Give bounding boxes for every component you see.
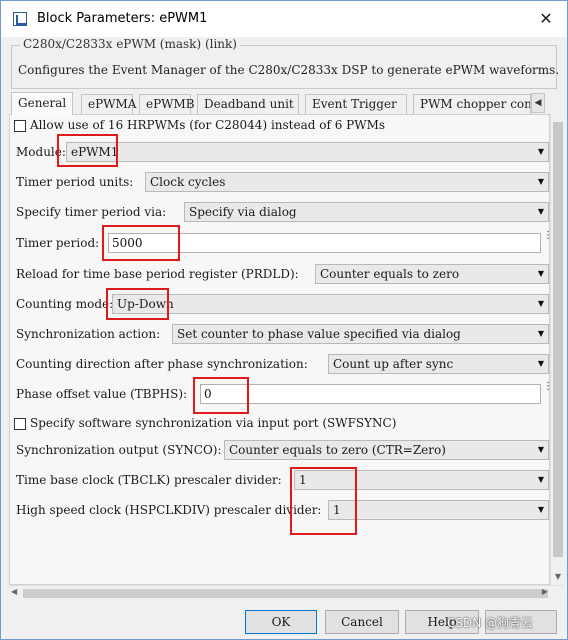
general-tab-panel: Allow use of 16 HRPWMs (for C28044) inst… [9, 114, 550, 585]
tab-pwm-chopper-control[interactable]: PWM chopper contr [413, 94, 531, 115]
chevron-down-icon: ▼ [537, 207, 545, 216]
ok-button[interactable]: OK [245, 610, 317, 634]
specify-timer-period-via-value: Specify via dialog [189, 205, 297, 219]
counting-mode-label: Counting mode: [16, 297, 114, 311]
tab-strip: General ePWMA ePWMB Deadband unit Event … [11, 92, 547, 115]
sync-action-label: Synchronization action: [16, 327, 161, 341]
annotation-box-module [57, 134, 118, 167]
specify-timer-period-via-label: Specify timer period via: [16, 205, 167, 219]
tbclk-prescaler-label: Time base clock (TBCLK) prescaler divide… [16, 473, 282, 487]
sync-output-select[interactable]: Counter equals to zero (CTR=Zero) ▼ [224, 440, 549, 460]
reload-prdld-select[interactable]: Counter equals to zero ▼ [315, 264, 549, 284]
scroll-right-icon[interactable]: ▶ [542, 587, 548, 596]
hspclkdiv-prescaler-label: High speed clock (HSPCLKDIV) prescaler d… [16, 503, 322, 517]
chevron-down-icon: ▼ [537, 475, 545, 484]
sync-action-select[interactable]: Set counter to phase value specified via… [172, 324, 549, 344]
timer-period-label: Timer period: [16, 236, 100, 250]
tab-epwmb[interactable]: ePWMB [139, 94, 195, 115]
counting-mode-select[interactable]: Up-Down ▼ [112, 294, 549, 314]
annotation-box-timer-period [102, 225, 180, 261]
hspclkdiv-prescaler-select[interactable]: 1 ▼ [328, 500, 549, 520]
phase-offset-label: Phase offset value (TBPHS): [16, 387, 188, 401]
chevron-down-icon: ▼ [537, 177, 545, 186]
horizontal-scrollbar-thumb[interactable] [23, 589, 548, 598]
mask-description-group: C280x/C2833x ePWM (mask) (link) Configur… [11, 37, 560, 89]
count-direction-select[interactable]: Count up after sync ▼ [328, 354, 549, 374]
mask-type-legend: C280x/C2833x ePWM (mask) (link) [20, 37, 240, 51]
software-sync-label: Specify software synchronization via inp… [30, 416, 397, 430]
csdn-watermark: CSDN @狗青云 [447, 616, 534, 630]
block-parameters-dialog: Block Parameters: ePWM1 ✕ C280x/C2833x e… [0, 0, 568, 640]
count-direction-label: Counting direction after phase synchroni… [16, 357, 308, 371]
timer-period-units-select[interactable]: Clock cycles ▼ [145, 172, 549, 192]
annotation-box-phase-offset [193, 377, 249, 414]
module-select[interactable]: ePWM1 ▼ [66, 142, 549, 162]
chevron-down-icon: ▼ [537, 299, 545, 308]
more-options-icon[interactable]: ⋮ [543, 231, 549, 253]
window-title: Block Parameters: ePWM1 [37, 11, 208, 26]
reload-prdld-value: Counter equals to zero [320, 267, 460, 281]
tab-scroll-left-icon[interactable]: ◀ [531, 93, 545, 113]
chevron-down-icon: ▼ [537, 359, 545, 368]
timer-period-units-label: Timer period units: [16, 175, 134, 189]
simulink-block-icon [13, 12, 27, 26]
vertical-scrollbar[interactable]: ▼ [550, 114, 564, 585]
scroll-down-icon[interactable]: ▼ [553, 572, 563, 581]
title-bar[interactable]: Block Parameters: ePWM1 ✕ [1, 1, 567, 37]
tab-general[interactable]: General [11, 92, 73, 115]
tab-deadband-unit[interactable]: Deadband unit [197, 94, 299, 115]
chevron-down-icon: ▼ [537, 147, 545, 156]
close-icon[interactable]: ✕ [535, 8, 557, 30]
sync-action-value: Set counter to phase value specified via… [177, 327, 461, 341]
timer-period-units-value: Clock cycles [150, 175, 226, 189]
horizontal-scrollbar[interactable]: ◀ ▶ [9, 585, 564, 600]
count-direction-value: Count up after sync [333, 357, 454, 371]
sync-output-label: Synchronization output (SYNCO): [16, 443, 222, 457]
hrpwm-checkbox[interactable] [14, 120, 26, 132]
vertical-scrollbar-thumb[interactable] [553, 122, 563, 557]
phase-offset-input[interactable]: 0 [200, 384, 541, 404]
chevron-down-icon: ▼ [537, 329, 545, 338]
tab-epwma[interactable]: ePWMA [81, 94, 136, 115]
more-options-icon[interactable]: ⋮ [543, 382, 549, 404]
mask-description: Configures the Event Manager of the C280… [18, 63, 560, 77]
specify-timer-period-via-select[interactable]: Specify via dialog ▼ [184, 202, 549, 222]
chevron-down-icon: ▼ [537, 269, 545, 278]
hrpwm-checkbox-label: Allow use of 16 HRPWMs (for C28044) inst… [30, 118, 386, 132]
scroll-left-icon[interactable]: ◀ [11, 587, 17, 596]
annotation-box-prescalers [290, 467, 357, 535]
software-sync-checkbox[interactable] [14, 418, 26, 430]
reload-prdld-label: Reload for time base period register (PR… [16, 267, 299, 281]
tab-event-trigger[interactable]: Event Trigger [305, 94, 407, 115]
chevron-down-icon: ▼ [537, 445, 545, 454]
cancel-button[interactable]: Cancel [325, 610, 399, 634]
sync-output-value: Counter equals to zero (CTR=Zero) [229, 443, 446, 457]
chevron-down-icon: ▼ [537, 505, 545, 514]
annotation-box-counting-mode [106, 288, 169, 320]
